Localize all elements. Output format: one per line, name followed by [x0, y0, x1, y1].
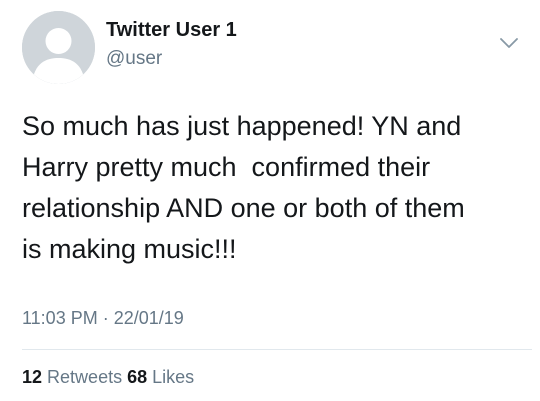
likes-label: Likes: [152, 367, 195, 387]
retweets-count: 12: [22, 367, 43, 387]
tweet-text: So much has just happened! YN and Harry …: [22, 111, 465, 264]
retweets-label: Retweets: [47, 367, 123, 387]
user-handle[interactable]: @user: [106, 48, 162, 70]
timestamp-separator: ·: [102, 308, 109, 328]
tweet-date: 22/01/19: [113, 308, 184, 328]
display-name[interactable]: Twitter User 1: [106, 19, 237, 42]
tweet-timestamp[interactable]: 11:03 PM · 22/01/19: [22, 308, 184, 329]
tweet-stats: 12 Retweets 68 Likes: [22, 367, 194, 388]
avatar[interactable]: [22, 11, 95, 84]
chevron-down-icon[interactable]: [496, 33, 522, 53]
default-avatar-icon: [22, 11, 95, 84]
retweets-stat[interactable]: 12 Retweets: [22, 367, 127, 387]
likes-count: 68: [127, 367, 148, 387]
tweet-time: 11:03 PM: [22, 308, 98, 328]
tweet-card: Twitter User 1 @user So much has just ha…: [0, 0, 540, 401]
likes-stat[interactable]: 68 Likes: [127, 367, 194, 387]
divider: [22, 349, 532, 350]
